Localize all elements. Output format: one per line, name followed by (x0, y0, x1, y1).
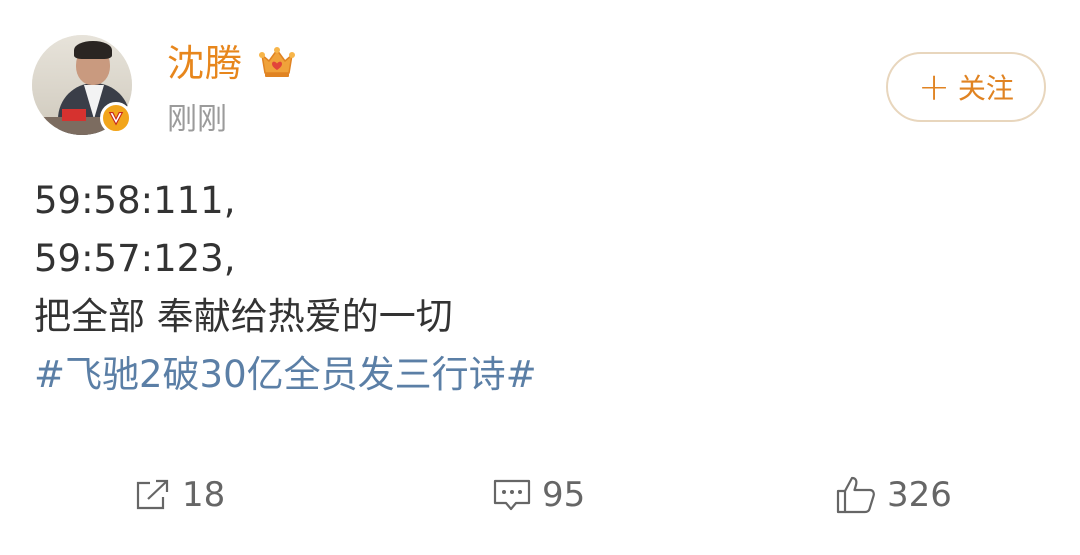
weibo-post-card: 沈腾 刚刚 + 关注 59:58:111, 59:57:123, 把全部 奉献给… (0, 0, 1080, 555)
post-line-2: 59:57:123, (34, 237, 236, 280)
verified-v-glyph (108, 112, 124, 126)
repost-count: 18 (182, 475, 226, 515)
follow-button[interactable]: + 关注 (886, 52, 1046, 122)
post-timestamp: 刚刚 (167, 102, 227, 137)
verified-v-icon (100, 102, 132, 134)
plus-icon: + (918, 65, 950, 109)
like-count: 326 (887, 475, 952, 515)
avatar-nameplate (62, 109, 86, 121)
post-line-3: 把全部 奉献给热爱的一切 (34, 295, 453, 338)
username[interactable]: 沈腾 (167, 42, 243, 86)
action-bar: 18 95 326 (0, 465, 1080, 525)
avatar-person-hair (74, 41, 112, 59)
repost-button[interactable]: 18 (134, 465, 225, 525)
comment-button[interactable]: 95 (492, 465, 585, 525)
post-line-1: 59:58:111, (34, 179, 236, 222)
thumbs-up-icon (836, 476, 875, 514)
share-arrow-icon (136, 479, 169, 510)
follow-label: 关注 (957, 72, 1014, 105)
comment-count: 95 (542, 475, 586, 515)
post-content: 59:58:111, 59:57:123, 把全部 奉献给热爱的一切 #飞驰2破… (34, 172, 1044, 404)
comment-icon (493, 479, 531, 511)
like-button[interactable]: 326 (835, 465, 952, 525)
crown-icon (259, 47, 295, 77)
hashtag-link[interactable]: #飞驰2破30亿全员发三行诗# (34, 346, 1044, 404)
